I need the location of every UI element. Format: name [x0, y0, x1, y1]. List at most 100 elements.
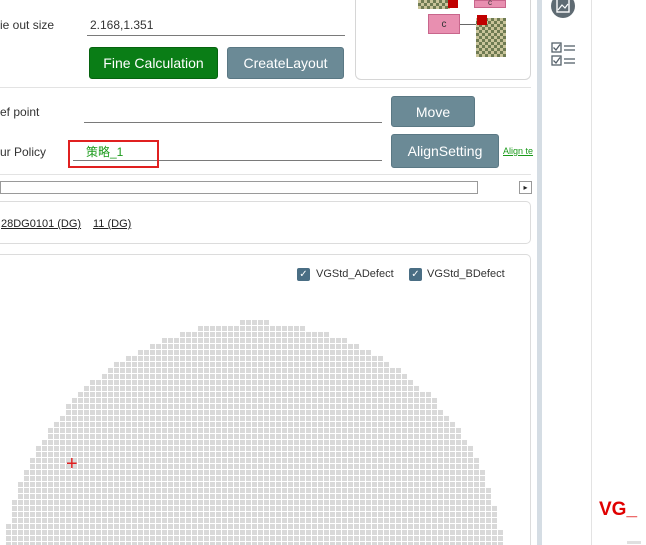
wafer-die-cell[interactable] — [210, 536, 215, 541]
wafer-die-cell[interactable] — [312, 446, 317, 451]
wafer-die-cell[interactable] — [306, 494, 311, 499]
wafer-die-cell[interactable] — [240, 374, 245, 379]
wafer-die-cell[interactable] — [72, 404, 77, 409]
wafer-die-cell[interactable] — [126, 488, 131, 493]
wafer-die-cell[interactable] — [264, 374, 269, 379]
wafer-die-cell[interactable] — [174, 518, 179, 523]
wafer-die-cell[interactable] — [216, 368, 221, 373]
wafer-die-cell[interactable] — [204, 458, 209, 463]
wafer-die-cell[interactable] — [300, 536, 305, 541]
wafer-die-cell[interactable] — [366, 500, 371, 505]
wafer-die-cell[interactable] — [234, 464, 239, 469]
wafer-die-cell[interactable] — [30, 536, 35, 541]
wafer-die-cell[interactable] — [360, 428, 365, 433]
wafer-die-cell[interactable] — [432, 518, 437, 523]
wafer-die-cell[interactable] — [372, 488, 377, 493]
wafer-die-cell[interactable] — [114, 488, 119, 493]
wafer-die-cell[interactable] — [384, 530, 389, 535]
wafer-die-cell[interactable] — [210, 482, 215, 487]
wafer-die-cell[interactable] — [18, 500, 23, 505]
wafer-die-cell[interactable] — [426, 518, 431, 523]
wafer-die-cell[interactable] — [168, 506, 173, 511]
wafer-die-cell[interactable] — [342, 512, 347, 517]
wafer-die-cell[interactable] — [192, 470, 197, 475]
wafer-die-cell[interactable] — [186, 422, 191, 427]
wafer-die-cell[interactable] — [294, 506, 299, 511]
wafer-die-cell[interactable] — [240, 512, 245, 517]
wafer-die-cell[interactable] — [384, 404, 389, 409]
wafer-die-cell[interactable] — [168, 518, 173, 523]
wafer-die-cell[interactable] — [168, 416, 173, 421]
wafer-die-cell[interactable] — [402, 518, 407, 523]
wafer-die-cell[interactable] — [450, 446, 455, 451]
wafer-die-cell[interactable] — [444, 446, 449, 451]
wafer-die-cell[interactable] — [96, 470, 101, 475]
wafer-die-cell[interactable] — [342, 356, 347, 361]
wafer-die-cell[interactable] — [342, 524, 347, 529]
wafer-die-cell[interactable] — [360, 422, 365, 427]
wafer-die-cell[interactable] — [60, 476, 65, 481]
wafer-die-cell[interactable] — [330, 530, 335, 535]
wafer-die-cell[interactable] — [102, 404, 107, 409]
wafer-die-cell[interactable] — [258, 446, 263, 451]
wafer-die-cell[interactable] — [324, 500, 329, 505]
wafer-die-cell[interactable] — [402, 482, 407, 487]
wafer-die-cell[interactable] — [384, 410, 389, 415]
wafer-die-cell[interactable] — [438, 434, 443, 439]
wafer-die-cell[interactable] — [126, 470, 131, 475]
wafer-die-cell[interactable] — [54, 440, 59, 445]
wafer-die-cell[interactable] — [174, 488, 179, 493]
wafer-die-cell[interactable] — [96, 398, 101, 403]
wafer-die-cell[interactable] — [150, 362, 155, 367]
wafer-die-cell[interactable] — [312, 392, 317, 397]
wafer-die-cell[interactable] — [408, 386, 413, 391]
wafer-die-cell[interactable] — [174, 338, 179, 343]
wafer-die-cell[interactable] — [444, 536, 449, 541]
wafer-die-cell[interactable] — [78, 392, 83, 397]
wafer-die-cell[interactable] — [222, 494, 227, 499]
wafer-die-cell[interactable] — [36, 464, 41, 469]
wafer-die-cell[interactable] — [396, 482, 401, 487]
wafer-die-cell[interactable] — [192, 362, 197, 367]
wafer-die-cell[interactable] — [168, 494, 173, 499]
wafer-die-cell[interactable] — [426, 434, 431, 439]
wafer-die-cell[interactable] — [438, 536, 443, 541]
wafer-die-cell[interactable] — [408, 452, 413, 457]
wafer-die-cell[interactable] — [162, 494, 167, 499]
wafer-die-cell[interactable] — [228, 386, 233, 391]
wafer-die-cell[interactable] — [330, 500, 335, 505]
wafer-die-cell[interactable] — [294, 434, 299, 439]
wafer-die-cell[interactable] — [78, 494, 83, 499]
wafer-die-cell[interactable] — [282, 530, 287, 535]
wafer-die-cell[interactable] — [156, 344, 161, 349]
wafer-die-cell[interactable] — [402, 398, 407, 403]
wafer-die-cell[interactable] — [288, 476, 293, 481]
wafer-die-cell[interactable] — [306, 488, 311, 493]
wafer-die-cell[interactable] — [126, 356, 131, 361]
wafer-die-cell[interactable] — [480, 530, 485, 535]
wafer-die-cell[interactable] — [234, 494, 239, 499]
wafer-die-cell[interactable] — [342, 488, 347, 493]
wafer-die-cell[interactable] — [474, 458, 479, 463]
wafer-die-cell[interactable] — [330, 464, 335, 469]
wafer-die-cell[interactable] — [462, 530, 467, 535]
wafer-die-cell[interactable] — [390, 452, 395, 457]
wafer-die-cell[interactable] — [402, 488, 407, 493]
horizontal-scrollbar[interactable] — [0, 181, 478, 194]
wafer-die-cell[interactable] — [72, 434, 77, 439]
wafer-die-cell[interactable] — [294, 332, 299, 337]
wafer-die-cell[interactable] — [270, 530, 275, 535]
wafer-die-cell[interactable] — [204, 512, 209, 517]
wafer-die-cell[interactable] — [276, 500, 281, 505]
wafer-die-cell[interactable] — [222, 338, 227, 343]
wafer-die-cell[interactable] — [234, 416, 239, 421]
wafer-die-cell[interactable] — [228, 368, 233, 373]
wafer-die-cell[interactable] — [138, 410, 143, 415]
wafer-die-cell[interactable] — [270, 374, 275, 379]
wafer-die-cell[interactable] — [282, 440, 287, 445]
wafer-die-cell[interactable] — [144, 476, 149, 481]
wafer-die-cell[interactable] — [96, 410, 101, 415]
wafer-die-cell[interactable] — [426, 404, 431, 409]
wafer-die-cell[interactable] — [426, 428, 431, 433]
wafer-die-cell[interactable] — [372, 380, 377, 385]
